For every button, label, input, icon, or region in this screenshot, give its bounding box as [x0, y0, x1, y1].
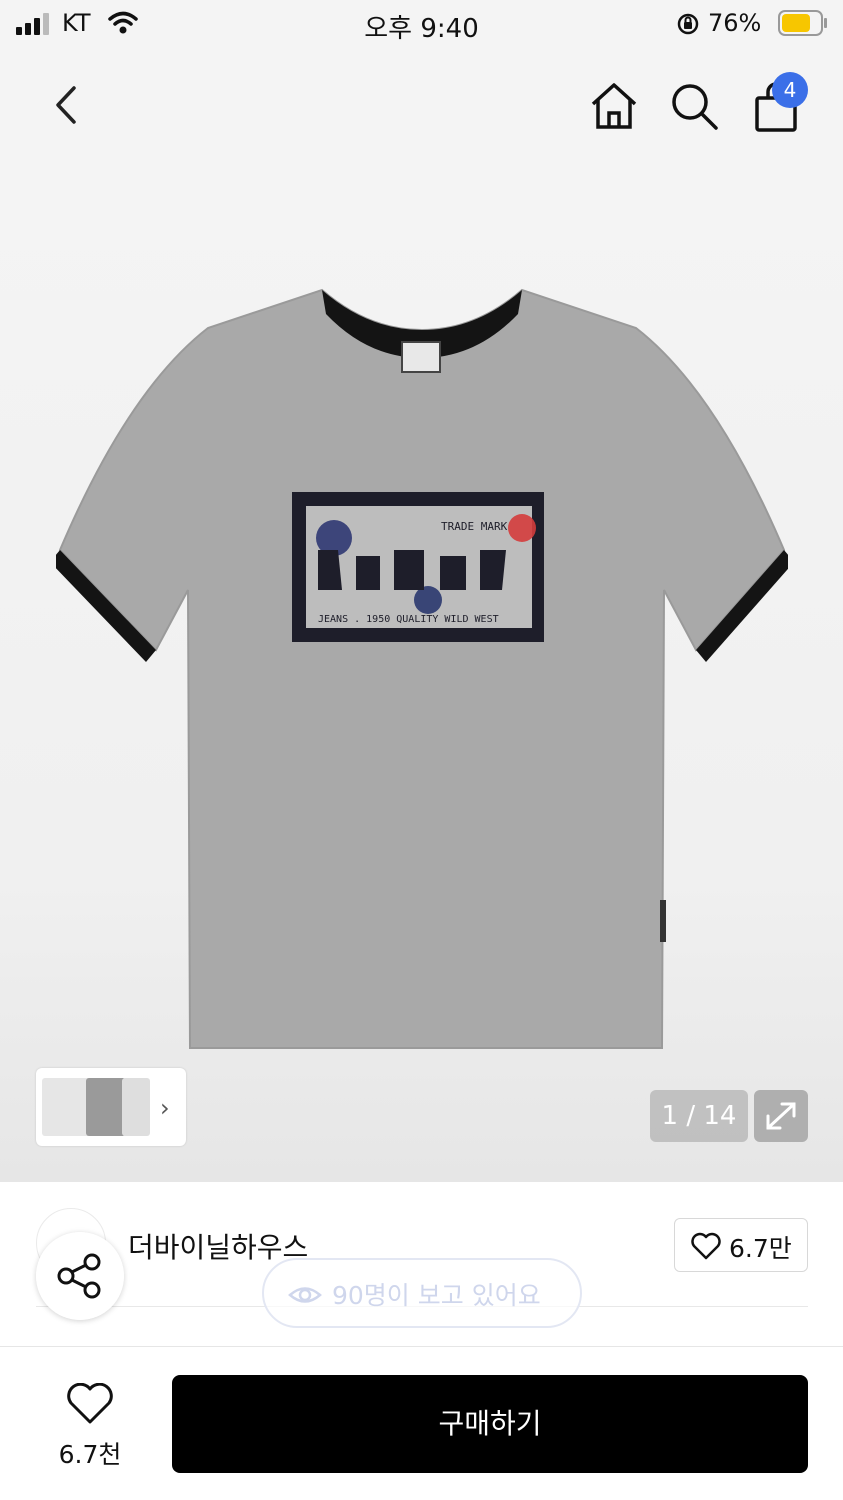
search-icon[interactable] [668, 80, 720, 132]
rotation-lock-icon [677, 13, 699, 35]
tshirt-print-graphic: TRADE MARK JEANS . 1950 QUALITY WILD WES… [292, 492, 544, 642]
buy-button[interactable]: 구매하기 [172, 1375, 808, 1473]
wishlist-count: 6.7천 [58, 1440, 122, 1469]
chevron-right-icon[interactable]: › [160, 1094, 170, 1122]
top-nav-bar: 4 [0, 50, 843, 160]
print-trade-mark-text: TRADE MARK [441, 520, 508, 533]
expand-arrows-icon[interactable] [754, 1090, 808, 1142]
cart-count-badge: 4 [772, 72, 808, 108]
thumbnail-strip[interactable]: › [36, 1068, 186, 1146]
image-page-counter: 1 / 14 [650, 1090, 748, 1142]
heart-outline-icon [691, 1232, 721, 1260]
product-info: 더바이닐하우스 6.7만 90명이 보고 있어요 [0, 1182, 843, 1346]
brand-like-count: 6.7만 [729, 1234, 792, 1263]
battery-percent: 76% [708, 9, 762, 37]
brand-name[interactable]: 더바이닐하우스 [128, 1226, 308, 1266]
thumbnail-2[interactable] [86, 1078, 126, 1136]
viewers-text: 90명이 보고 있어요 [332, 1281, 541, 1310]
product-image-gallery[interactable]: TRADE MARK JEANS . 1950 QUALITY WILD WES… [0, 160, 843, 1182]
status-bar: KT 오후 9:40 76% [0, 0, 843, 50]
eye-icon [288, 1287, 322, 1303]
viewers-toast: 90명이 보고 있어요 [262, 1258, 582, 1328]
chevron-left-icon[interactable] [44, 78, 88, 132]
brand-like-button[interactable]: 6.7만 [674, 1218, 808, 1272]
share-icon[interactable] [36, 1232, 124, 1320]
print-bottom-text: JEANS . 1950 QUALITY WILD WEST [318, 614, 499, 625]
bottom-action-bar: 6.7천 구매하기 [0, 1346, 843, 1500]
heart-outline-icon [67, 1383, 113, 1424]
battery-icon [778, 10, 827, 36]
wishlist-button[interactable]: 6.7천 [44, 1377, 136, 1473]
product-tshirt-image: TRADE MARK JEANS . 1950 QUALITY WILD WES… [56, 288, 788, 1049]
home-icon[interactable] [588, 80, 640, 132]
thumbnail-3[interactable] [122, 1078, 150, 1136]
